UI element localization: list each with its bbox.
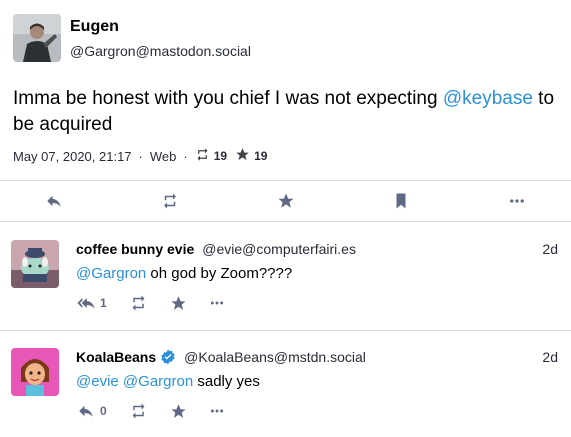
boost-button[interactable] [129,402,148,420]
status-text: sadly yes [193,373,260,390]
favourite-button[interactable] [266,181,306,221]
reply-all-icon [77,298,95,309]
star-icon [171,295,186,310]
relative-time[interactable]: 2d [542,349,558,365]
reply-button[interactable] [34,181,74,221]
reply-count: 1 [100,296,107,310]
status-date[interactable]: May 07, 2020, 21:17 [13,149,132,164]
ellipsis-icon [510,199,524,203]
author-handle[interactable]: @Gargron@mastodon.social [70,43,251,59]
reply-count: 0 [100,404,107,418]
status-meta: May 07, 2020, 21:17 · Web · 19 19 [13,147,271,165]
retweet-icon [164,193,176,209]
favourite-count[interactable]: 19 [254,149,267,163]
status-action-bar: 0 [76,402,247,420]
avatar[interactable] [11,240,59,288]
status-content: @evie @Gargron sadly yes [76,373,260,390]
bookmark-button[interactable] [381,181,421,221]
author-handle[interactable]: @evie@computerfairi.es [202,241,356,257]
favourite-button[interactable] [170,295,187,312]
avatar[interactable] [11,348,59,396]
author-name[interactable]: coffee bunny evie @evie@computerfairi.es [76,241,356,257]
status-content: @Gargron oh god by Zoom???? [76,265,292,282]
mention-link[interactable]: @Gargron [123,373,193,390]
focused-status: Eugen @Gargron@mastodon.social Imma be h… [0,0,571,180]
ellipsis-icon [210,301,223,305]
avatar[interactable] [13,14,61,62]
status-text: Imma be honest with you chief I was not … [13,88,443,109]
reply-button[interactable]: 0 [76,402,107,420]
status-content: Imma be honest with you chief I was not … [13,86,563,138]
author-handle[interactable]: @KoalaBeans@mstdn.social [184,349,366,365]
ellipsis-icon [210,409,223,413]
reblog-count[interactable]: 19 [214,149,227,163]
relative-time[interactable]: 2d [542,241,558,257]
mention-link[interactable]: @keybase [443,88,533,109]
boost-button[interactable] [150,181,190,221]
favourite-button[interactable] [170,403,187,420]
bookmark-icon [396,193,406,209]
more-button[interactable] [209,403,225,419]
status-action-bar [0,181,571,221]
display-name[interactable]: coffee bunny evie [76,241,194,257]
verified-icon [161,349,175,365]
author-name[interactable]: Eugen [70,18,119,36]
status-action-bar: 1 [76,294,247,312]
reply-status: coffee bunny evie @evie@computerfairi.es… [0,222,571,330]
retweet-icon [132,403,145,419]
reply-icon [47,195,61,207]
star-icon [235,147,250,165]
status-text: oh god by Zoom???? [146,265,293,282]
display-name[interactable]: KoalaBeans [76,349,156,365]
star-icon [171,403,186,418]
separator: · [138,148,143,164]
mention-link[interactable]: @Gargron [76,265,146,282]
reply-status: KoalaBeans @KoalaBeans@mstdn.social 2d @… [0,331,571,437]
retweet-icon [195,147,210,165]
star-icon [278,193,294,208]
retweet-icon [132,295,145,311]
more-button[interactable] [209,295,225,311]
mention-link[interactable]: @evie [76,373,119,390]
status-app: Web [149,148,177,164]
more-button[interactable] [497,181,537,221]
separator: · [183,148,188,164]
reply-all-button[interactable]: 1 [76,294,107,312]
author-name[interactable]: KoalaBeans @KoalaBeans@mstdn.social [76,349,366,365]
boost-button[interactable] [129,294,148,312]
reply-icon [79,405,93,417]
